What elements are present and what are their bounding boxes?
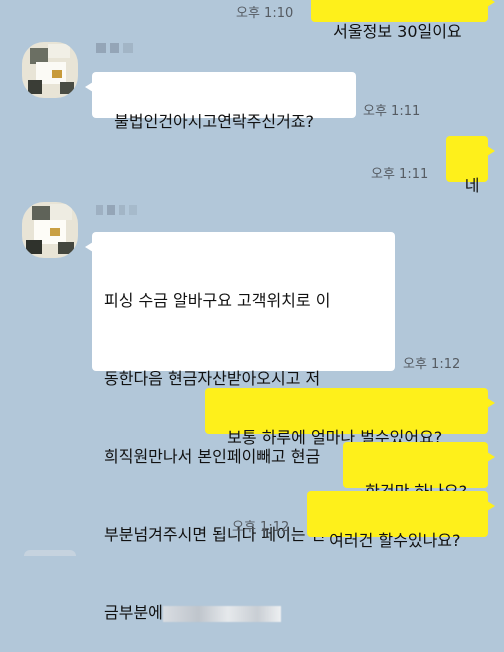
sender-avatar[interactable] bbox=[22, 42, 78, 98]
message-text: 불법인건아시고연락주신거죠? bbox=[114, 112, 315, 131]
my-message-bubble[interactable]: 보통 하루에 얼마나 벌수있어요? bbox=[205, 388, 495, 447]
message-text: 여러건 할수있나요? bbox=[329, 531, 461, 550]
timestamp: 오후 1:12 bbox=[232, 520, 290, 535]
message-line-last: 금부분에 bbox=[104, 600, 383, 626]
my-message-bubble[interactable]: 서울정보 30일이요 bbox=[311, 0, 495, 41]
message-text: 서울정보 30일이요 bbox=[333, 22, 462, 41]
next-avatar-partial bbox=[24, 550, 76, 556]
sender-avatar[interactable] bbox=[22, 202, 78, 258]
message-line: 피싱 수금 알바구요 고객위치로 이 bbox=[104, 291, 331, 310]
my-message-bubble[interactable]: 네 bbox=[446, 136, 495, 195]
their-message-bubble[interactable]: 불법인건아시고연락주신거죠? bbox=[85, 72, 356, 131]
timestamp: 오후 1:11 bbox=[363, 104, 421, 119]
my-message-bubble[interactable]: 여러건 할수있나요? bbox=[307, 491, 495, 550]
their-message-bubble[interactable]: 피싱 수금 알바구요 고객위치로 이 동한다음 현금자산받아오시고 저 희직원만… bbox=[85, 232, 395, 622]
message-text: 네 bbox=[464, 176, 480, 195]
sender-name-redacted bbox=[96, 204, 137, 216]
message-line: 금부분에 bbox=[104, 603, 163, 622]
timestamp: 오후 1:11 bbox=[371, 167, 429, 182]
sender-name-redacted bbox=[96, 42, 133, 54]
my-message-bubble[interactable]: 한건만 하나요? bbox=[343, 442, 495, 501]
timestamp: 오후 1:10 bbox=[236, 6, 294, 21]
timestamp: 오후 1:12 bbox=[403, 357, 461, 372]
redacted-text bbox=[162, 605, 281, 622]
